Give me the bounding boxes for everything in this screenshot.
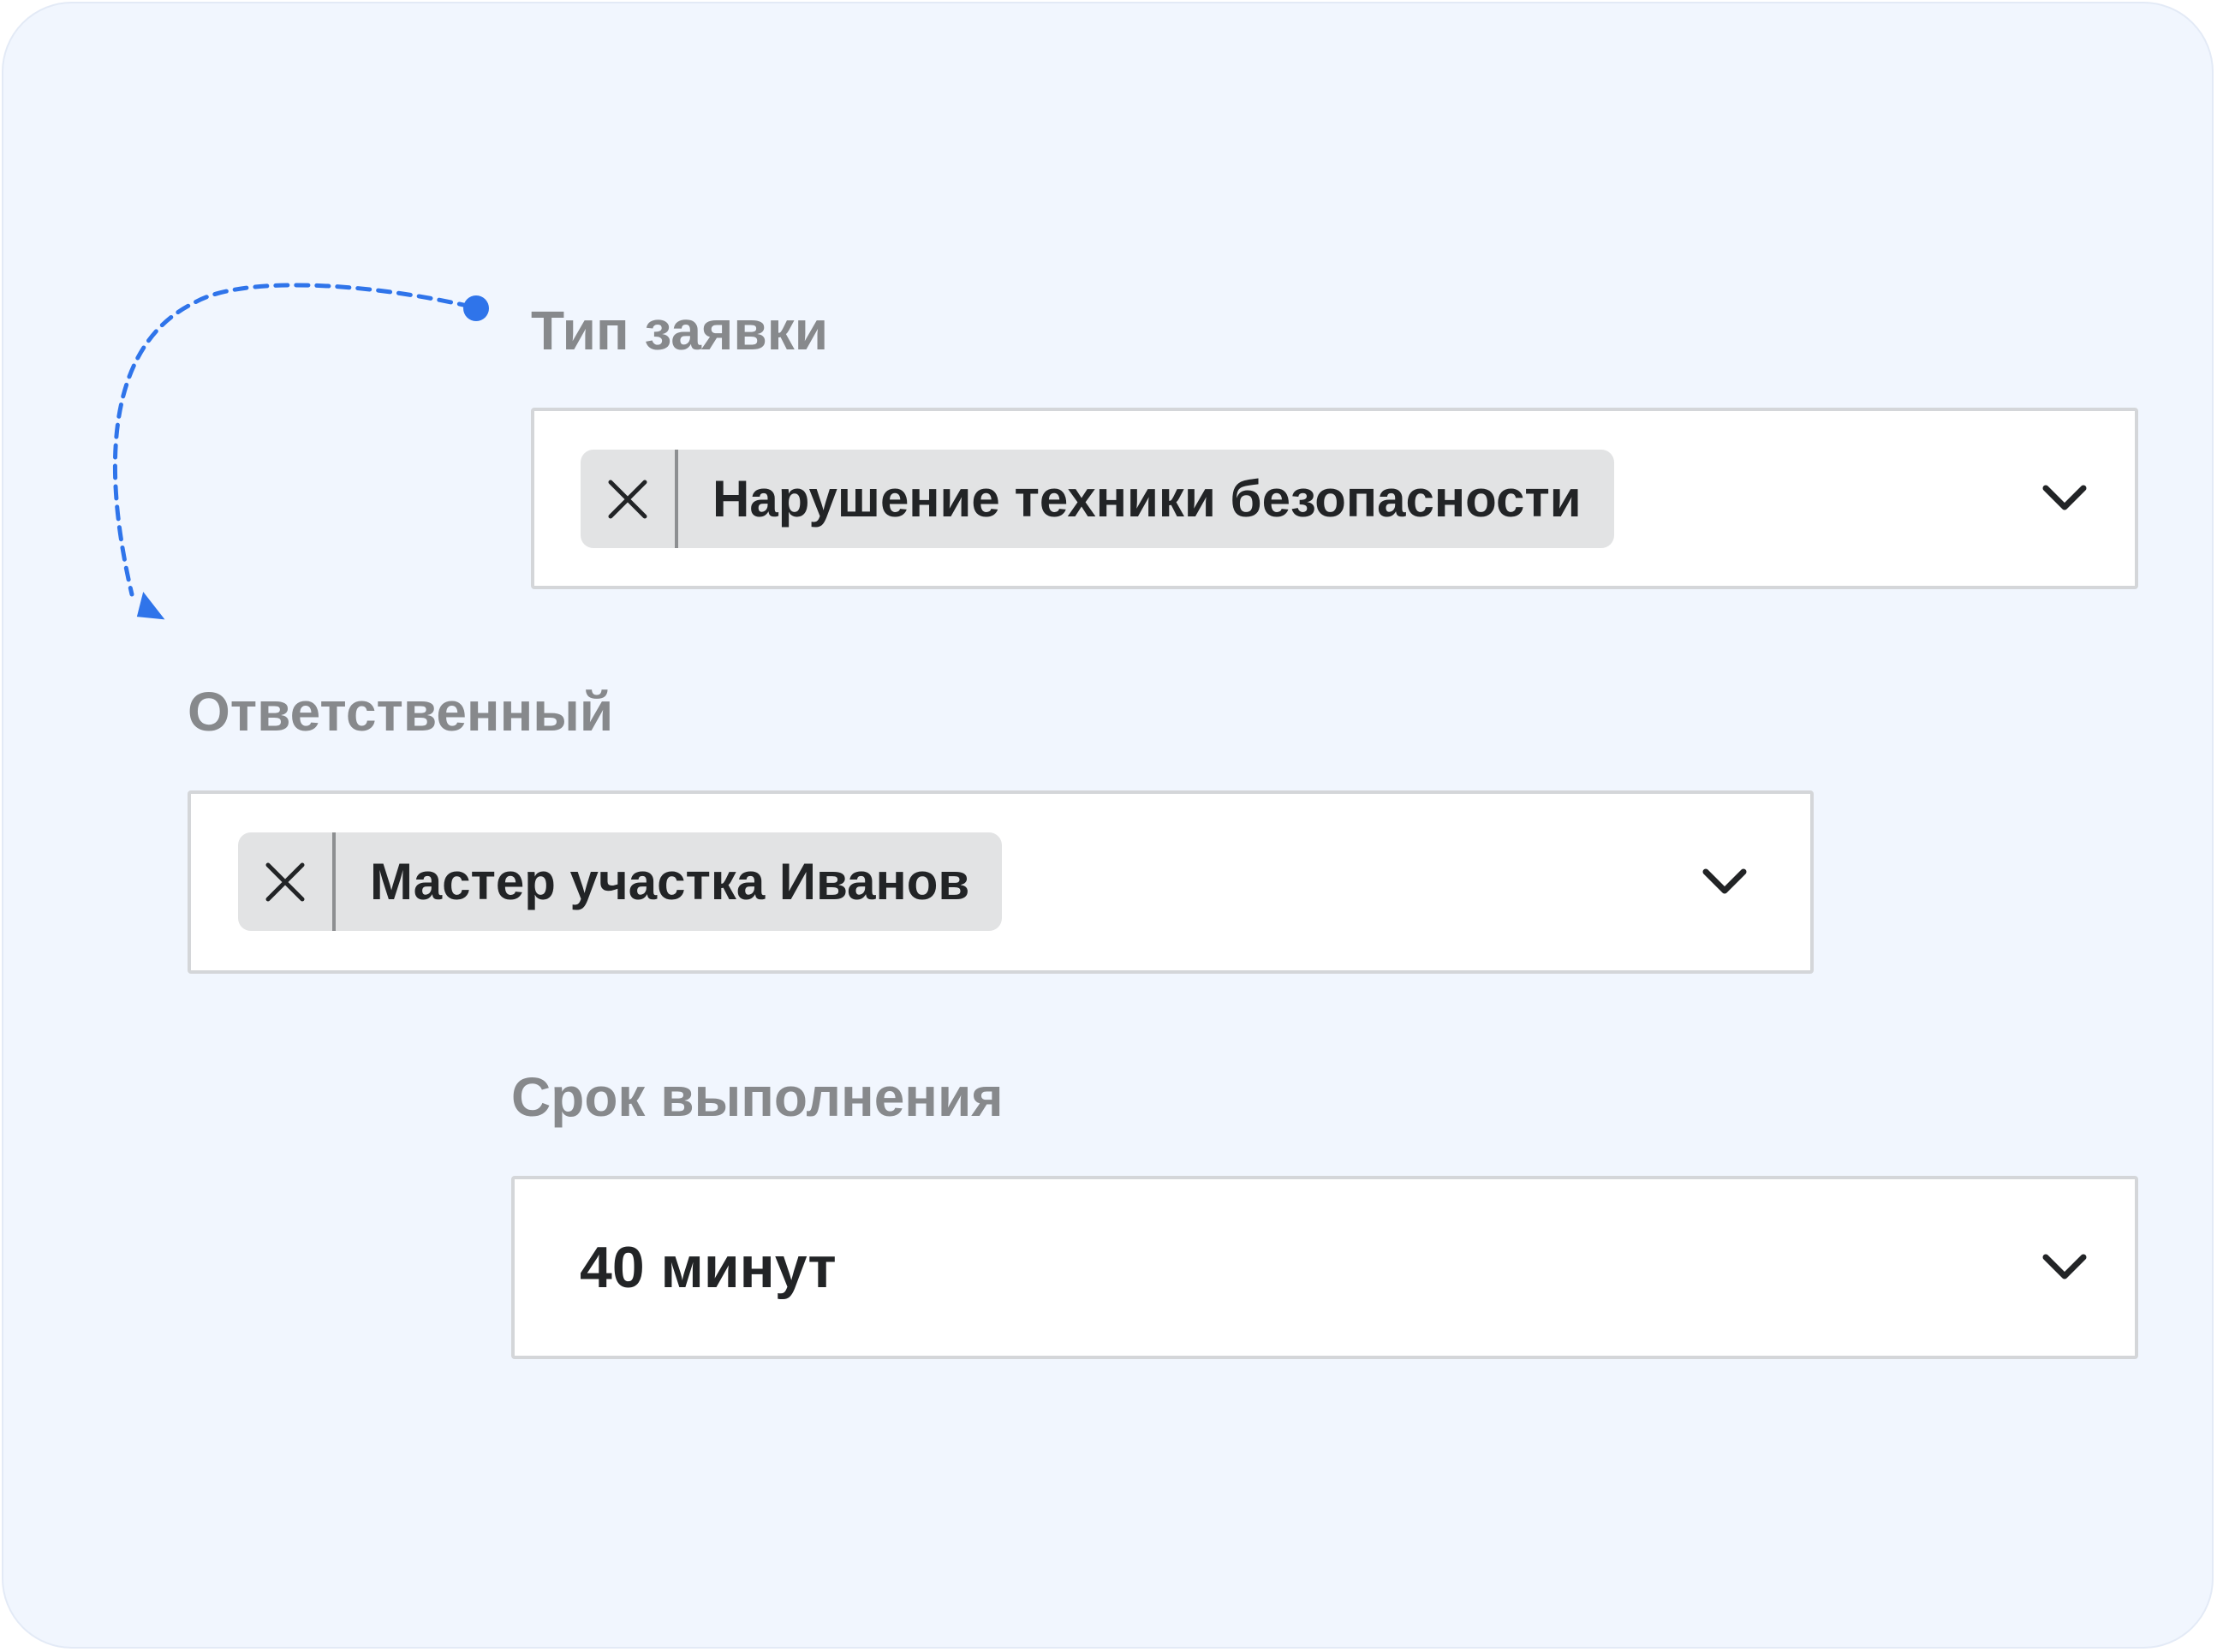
responsible-chip-label: Мастер участка Иванов (370, 852, 970, 910)
deadline-label: Срок выполнения (511, 1066, 1004, 1128)
chevron-down-icon[interactable] (2041, 1252, 2089, 1283)
chevron-down-icon[interactable] (2041, 483, 2089, 514)
request-type-chip-label: Нарушение техники безопасности (712, 469, 1582, 528)
remove-chip-button[interactable] (238, 832, 336, 931)
responsible-chip: Мастер участка Иванов (238, 832, 1003, 931)
connector-arrow (112, 283, 489, 620)
request-type-label: Тип заявки (531, 300, 829, 361)
deadline-select[interactable]: 40 минут (511, 1176, 2138, 1359)
form-card: Тип заявки Нарушение техники безопасност… (2, 2, 2214, 1649)
remove-chip-button[interactable] (581, 450, 678, 548)
request-type-select[interactable]: Нарушение техники безопасности (531, 408, 2138, 589)
deadline-value: 40 минут (580, 1235, 837, 1300)
responsible-label: Ответственный (188, 681, 614, 743)
close-icon (608, 480, 647, 518)
chevron-down-icon[interactable] (1701, 867, 1749, 898)
responsible-select[interactable]: Мастер участка Иванов (188, 790, 1814, 974)
request-type-chip: Нарушение техники безопасности (581, 450, 1614, 548)
close-icon (265, 862, 305, 901)
